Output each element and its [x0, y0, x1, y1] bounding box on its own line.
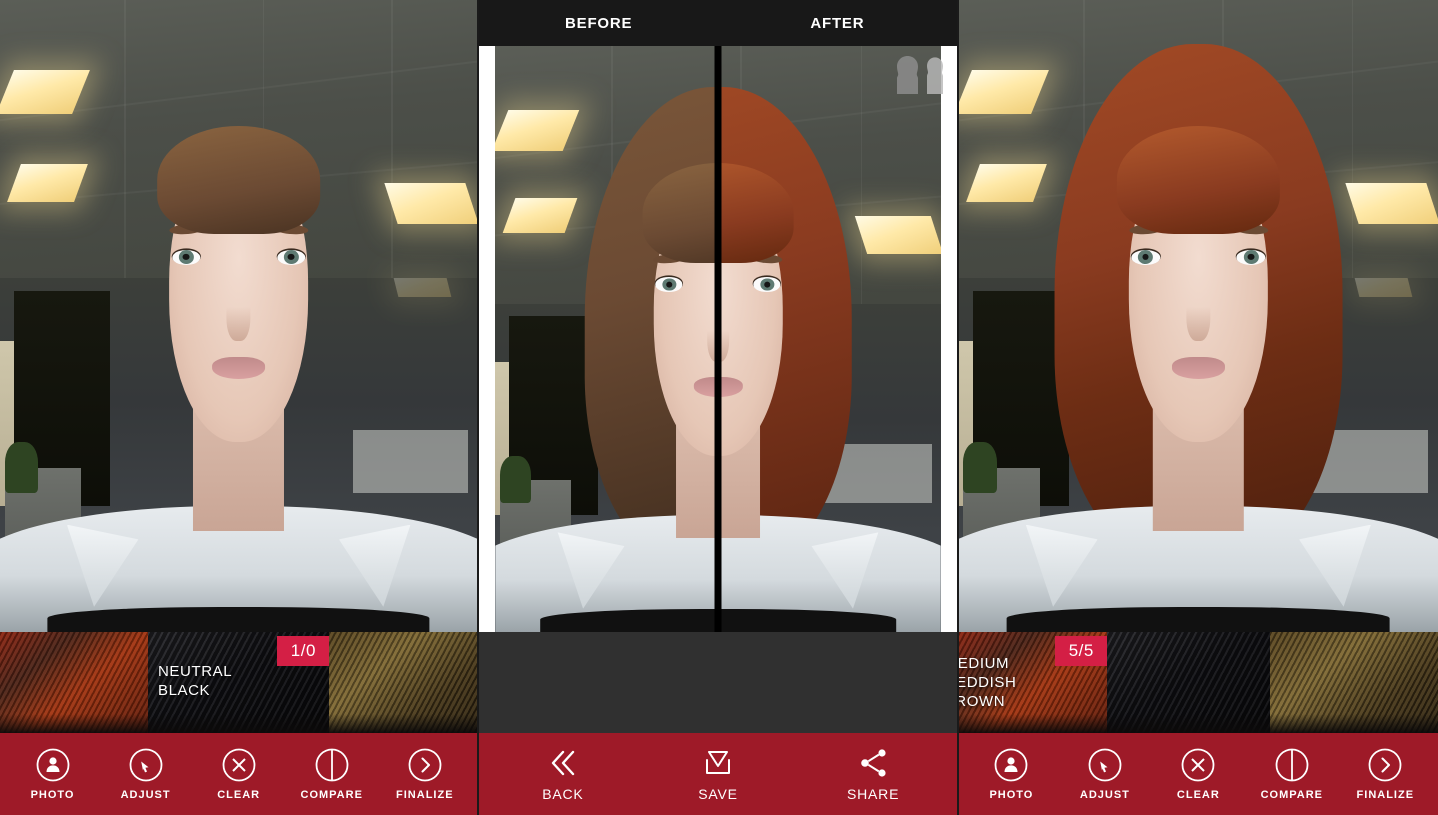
- save-button-label: SAVE: [698, 786, 738, 802]
- panel-compare-view: BEFORE AFTER BACK SAVE: [479, 0, 956, 815]
- eye-left: [172, 250, 201, 265]
- photo-button-label: PHOTO: [31, 789, 75, 801]
- photo-canvas-original[interactable]: [0, 0, 477, 632]
- before-after-header: BEFORE AFTER: [479, 0, 956, 46]
- compare-button[interactable]: COMPARE: [285, 747, 378, 801]
- adjust-button[interactable]: ADJUST: [99, 747, 192, 801]
- eye-left: [656, 277, 683, 291]
- nose: [1186, 284, 1210, 341]
- photo-button-label: PHOTO: [989, 789, 1033, 801]
- black-undershirt: [48, 607, 430, 632]
- eye-right: [1237, 250, 1266, 265]
- shade-carousel-original[interactable]: 1/0 NEUTRAL BLACK: [0, 632, 477, 733]
- status-badge: 1/0: [277, 636, 329, 666]
- swatch-label: MEDIUM REDDISH BROWN: [959, 654, 1017, 711]
- finalize-icon: [1367, 747, 1403, 783]
- hair-fringe: [158, 126, 320, 233]
- photo-button[interactable]: PHOTO: [6, 747, 99, 801]
- back-button-label: BACK: [542, 786, 583, 802]
- photo-icon: [35, 747, 71, 783]
- adjust-button-label: ADJUST: [121, 789, 171, 801]
- two-heads-watermark-icon: [891, 52, 943, 98]
- clear-icon: [1180, 747, 1216, 783]
- carousel-shadow: [0, 714, 477, 733]
- back-chevrons-icon: [540, 746, 586, 780]
- black-undershirt: [1007, 607, 1390, 632]
- compare-button[interactable]: COMPARE: [1245, 747, 1338, 801]
- panel-editor-original: 1/0 NEUTRAL BLACK PHOTO ADJ: [0, 0, 477, 815]
- bottom-toolbar-colored: PHOTO ADJUST CLEAR: [959, 733, 1438, 815]
- portrait-subject: [959, 0, 1438, 632]
- eye-right: [754, 277, 781, 291]
- adjust-button[interactable]: ADJUST: [1058, 747, 1151, 801]
- share-button[interactable]: SHARE: [796, 746, 951, 802]
- clear-button[interactable]: CLEAR: [1152, 747, 1245, 801]
- before-label: BEFORE: [479, 0, 718, 46]
- clear-icon: [221, 747, 257, 783]
- adjust-icon: [128, 747, 164, 783]
- share-button-label: SHARE: [847, 786, 899, 802]
- compare-margin-right: [941, 46, 957, 632]
- eye-left: [1131, 250, 1160, 265]
- bottom-toolbar-compare: BACK SAVE SHARE: [479, 733, 956, 815]
- photo-icon: [993, 747, 1029, 783]
- compare-spacer: [479, 632, 956, 733]
- clear-button[interactable]: CLEAR: [192, 747, 285, 801]
- finalize-button[interactable]: FINALIZE: [378, 747, 471, 801]
- finalize-button-label: FINALIZE: [1357, 789, 1415, 801]
- carousel-shadow: [959, 714, 1438, 733]
- photo-canvas-colored[interactable]: [959, 0, 1438, 632]
- compare-icon: [314, 747, 350, 783]
- before-after-divider[interactable]: [715, 0, 722, 632]
- clear-button-label: CLEAR: [217, 789, 260, 801]
- nose: [227, 284, 251, 341]
- finalize-button-label: FINALIZE: [396, 789, 454, 801]
- panel-editor-colored: 5/5 MEDIUM REDDISH BROWN PHOTO: [959, 0, 1438, 815]
- shade-carousel-colored[interactable]: 5/5 MEDIUM REDDISH BROWN: [959, 632, 1438, 733]
- photo-canvas-compare[interactable]: BEFORE AFTER: [479, 0, 956, 632]
- finalize-button[interactable]: FINALIZE: [1339, 747, 1432, 801]
- photo-button[interactable]: PHOTO: [965, 747, 1058, 801]
- save-tray-icon: [695, 746, 741, 780]
- back-button[interactable]: BACK: [485, 746, 640, 802]
- share-nodes-icon: [850, 746, 896, 780]
- bottom-toolbar-original: PHOTO ADJUST CLEAR: [0, 733, 477, 815]
- hair-fringe: [1117, 126, 1280, 233]
- adjust-button-label: ADJUST: [1080, 789, 1130, 801]
- after-label: AFTER: [718, 0, 957, 46]
- compare-margin-left: [479, 46, 495, 632]
- compare-button-label: COMPARE: [301, 789, 363, 801]
- swatch-label: NEUTRAL BLACK: [158, 662, 232, 700]
- eye-right: [277, 250, 306, 265]
- clear-button-label: CLEAR: [1177, 789, 1220, 801]
- screenshot-strip: 1/0 NEUTRAL BLACK PHOTO ADJ: [0, 0, 1438, 815]
- status-badge: 5/5: [1055, 636, 1107, 666]
- compare-icon: [1274, 747, 1310, 783]
- adjust-icon: [1087, 747, 1123, 783]
- finalize-icon: [407, 747, 443, 783]
- save-button[interactable]: SAVE: [640, 746, 795, 802]
- portrait-subject: [0, 0, 477, 632]
- compare-button-label: COMPARE: [1261, 789, 1323, 801]
